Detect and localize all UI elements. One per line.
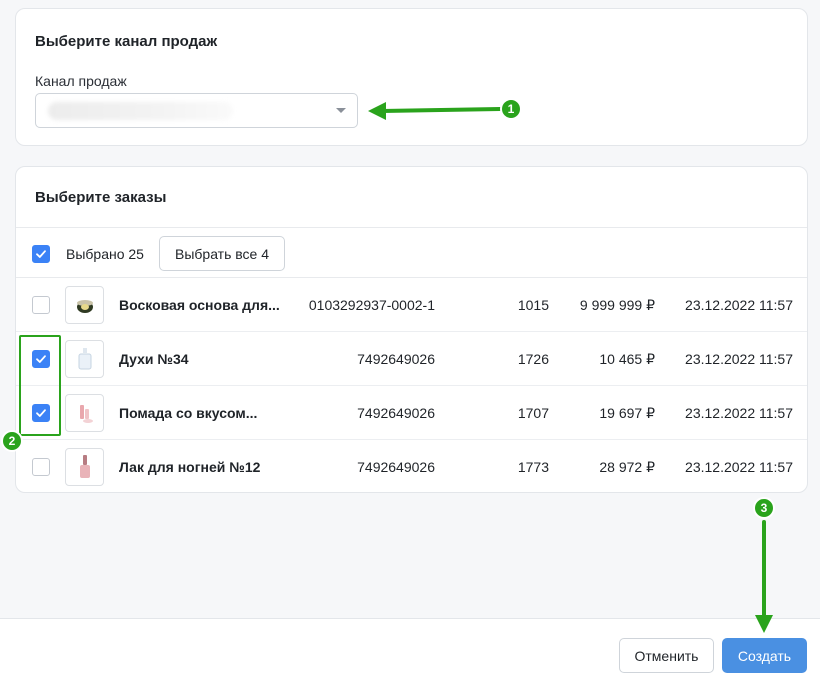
row-checkbox[interactable] <box>32 404 50 422</box>
product-name: Лак для ногней №12 <box>119 459 261 475</box>
arrow-icon <box>755 520 773 633</box>
product-sku: 7492649026 <box>357 351 435 367</box>
product-price: 10 465 ₽ <box>599 351 655 367</box>
product-thumbnail <box>65 286 104 324</box>
product-price: 28 972 ₽ <box>599 459 655 475</box>
lipstick-icon <box>79 405 93 423</box>
product-price: 9 999 999 ₽ <box>579 297 655 313</box>
perfume-bottle-icon <box>78 348 91 370</box>
product-sku: 7492649026 <box>357 405 435 421</box>
product-thumbnail <box>65 340 104 378</box>
selected-count: Выбрано 25 <box>66 246 144 262</box>
step-badge-3: 3 <box>753 497 775 519</box>
check-icon <box>36 250 46 258</box>
sales-channel-label: Канал продаж <box>35 73 127 89</box>
orders-title: Выберите заказы <box>35 189 167 206</box>
product-name: Помада со вкусом... <box>119 405 258 421</box>
product-thumbnail <box>65 448 104 486</box>
order-date: 23.12.2022 11:57 <box>685 351 793 367</box>
table-row[interactable]: Духи №34 7492649026 1726 10 465 ₽ 23.12.… <box>16 332 807 386</box>
product-sku: 0103292937-0002-1 <box>308 297 435 313</box>
product-quantity: 1015 <box>517 297 549 313</box>
check-icon <box>36 355 46 363</box>
row-checkbox[interactable] <box>32 458 50 476</box>
nail-polish-icon <box>79 455 90 478</box>
order-date: 23.12.2022 11:57 <box>685 297 793 313</box>
orders-toolbar: Выбрано 25 Выбрать все 4 <box>16 227 807 278</box>
table-row[interactable]: Помада со вкусом... 7492649026 1707 19 6… <box>16 386 807 440</box>
order-date: 23.12.2022 11:57 <box>685 405 793 421</box>
jar-icon <box>76 300 93 313</box>
order-date: 23.12.2022 11:57 <box>685 459 793 475</box>
sales-channel-select[interactable] <box>35 93 358 128</box>
table-row[interactable]: Лак для ногней №12 7492649026 1773 28 97… <box>16 440 807 494</box>
sales-channel-card: Выберите канал продаж Канал продаж <box>15 8 808 146</box>
create-button[interactable]: Создать <box>722 638 807 673</box>
row-checkbox[interactable] <box>32 296 50 314</box>
row-checkbox[interactable] <box>32 350 50 368</box>
check-icon <box>36 409 46 417</box>
chevron-down-icon <box>336 108 346 113</box>
orders-card: Выберите заказы Выбрано 25 Выбрать все 4… <box>15 166 808 493</box>
sales-channel-title: Выберите канал продаж <box>35 33 218 50</box>
product-name: Духи №34 <box>119 351 189 367</box>
table-row[interactable]: Восковая основа для... 0103292937-0002-1… <box>16 278 807 332</box>
product-thumbnail <box>65 394 104 432</box>
sales-channel-selected-value <box>48 102 233 120</box>
select-all-checkbox[interactable] <box>32 245 50 263</box>
dialog-footer: Отменить Создать <box>0 618 820 674</box>
product-price: 19 697 ₽ <box>599 405 655 421</box>
product-quantity: 1726 <box>517 351 549 367</box>
product-quantity: 1707 <box>517 405 549 421</box>
product-name: Восковая основа для... <box>119 297 280 313</box>
product-quantity: 1773 <box>517 459 549 475</box>
product-sku: 7492649026 <box>357 459 435 475</box>
cancel-button[interactable]: Отменить <box>619 638 714 673</box>
select-all-button[interactable]: Выбрать все 4 <box>159 236 285 271</box>
